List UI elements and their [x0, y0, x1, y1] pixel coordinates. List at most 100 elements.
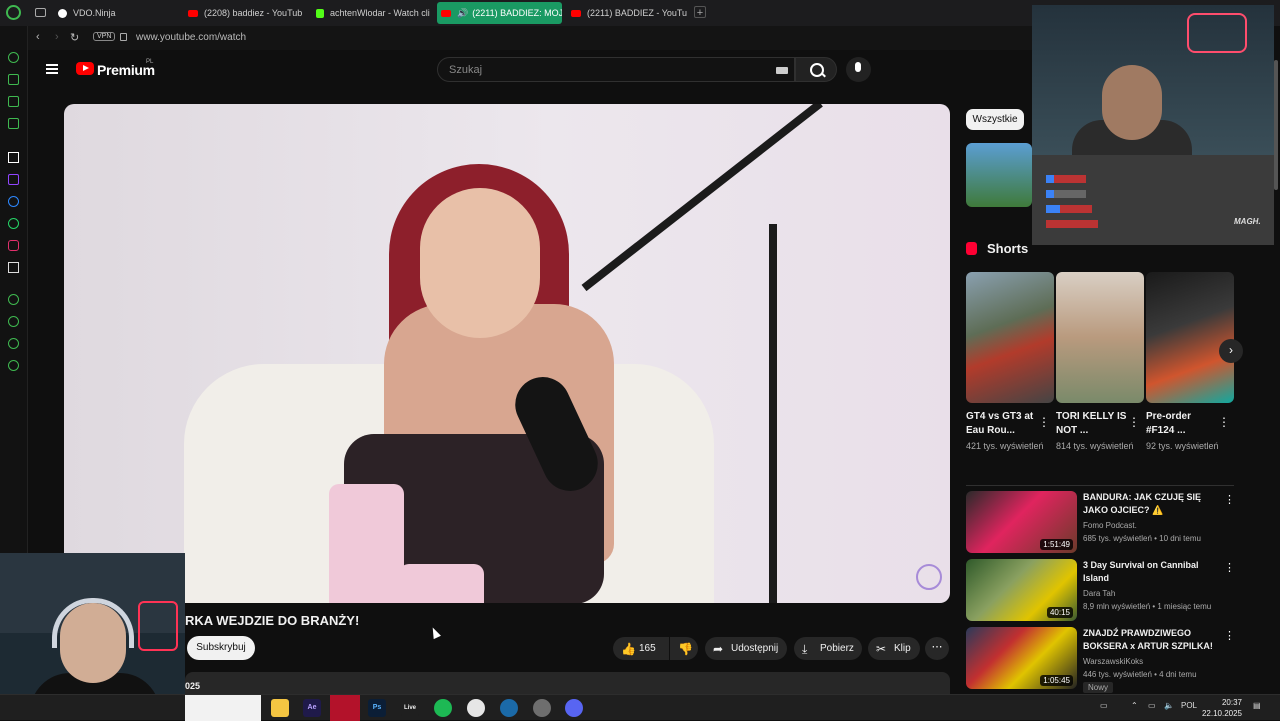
- instagram-icon[interactable]: [8, 240, 19, 251]
- recommendation-channel[interactable]: Dara Tah: [1083, 589, 1115, 598]
- short-title[interactable]: TORI KELLY IS NOT ...: [1056, 410, 1128, 438]
- menu-hamburger-icon[interactable]: [46, 64, 58, 74]
- extensions-icon[interactable]: [8, 96, 19, 107]
- history-icon[interactable]: [8, 316, 19, 327]
- vdo-ninja-favicon-icon: [58, 8, 67, 18]
- short-title[interactable]: GT4 vs GT3 at Eau Rou...: [966, 410, 1038, 438]
- short-thumbnail[interactable]: [1146, 272, 1234, 403]
- new-tab-button[interactable]: +: [694, 6, 706, 19]
- share-button[interactable]: ➦ Udostępnij: [705, 637, 787, 660]
- tab-baddiez-youtube[interactable]: (2208) baddiez - YouTube: [184, 2, 302, 24]
- ableton-live-icon[interactable]: Live: [401, 699, 419, 717]
- search-button[interactable]: [795, 57, 837, 82]
- tab-baddiez-youtube-2[interactable]: (2211) BADDIEZ - YouTube: [567, 2, 687, 24]
- tab-kick-clips[interactable]: achtenWlodar - Watch clips: [312, 2, 430, 24]
- m-app-icon[interactable]: [8, 118, 19, 129]
- messenger-icon[interactable]: [8, 196, 19, 207]
- opera-logo-icon[interactable]: [6, 5, 21, 20]
- webcam-overlay-top: MAGH.: [1032, 5, 1274, 245]
- recommendation-more-icon[interactable]: ⋮: [1224, 493, 1235, 506]
- after-effects-icon[interactable]: Ae: [303, 699, 321, 717]
- vpn-badge[interactable]: VPN: [93, 32, 116, 41]
- discord-icon[interactable]: [565, 699, 583, 717]
- tray-device-icon[interactable]: ▭: [1100, 701, 1108, 710]
- short-more-icon[interactable]: ⋮: [1038, 415, 1050, 429]
- extensions-cube-icon[interactable]: [8, 338, 19, 349]
- short-thumbnail[interactable]: [1056, 272, 1144, 403]
- channel-watermark-icon[interactable]: [916, 564, 942, 590]
- clip-button[interactable]: ✂ Klip: [868, 637, 920, 660]
- tray-volume-icon[interactable]: 🔈: [1164, 701, 1174, 710]
- recommendation-meta: 8,9 mln wyświetleń • 1 miesiąc temu: [1083, 602, 1212, 611]
- page-scrollbar[interactable]: [1274, 60, 1278, 190]
- like-button[interactable]: 👍 165: [613, 637, 669, 660]
- tiktok-icon[interactable]: [8, 152, 19, 163]
- download-button[interactable]: ⤓ Pobierz: [794, 637, 862, 660]
- short-title[interactable]: Pre-order #F124 ...: [1146, 410, 1218, 438]
- twitch-icon[interactable]: [8, 174, 19, 185]
- recommendation-thumbnail[interactable]: 1:51:49: [966, 491, 1077, 553]
- recommendation-item[interactable]: 40:15 3 Day Survival on Cannibal Island …: [966, 559, 1235, 621]
- ccleaner-icon[interactable]: [467, 699, 485, 717]
- short-item[interactable]: Pre-order #F124 ... 92 tys. wyświetleń ⋮: [1146, 272, 1234, 452]
- player-icon[interactable]: [8, 294, 19, 305]
- filter-chip-all[interactable]: Wszystkie: [966, 109, 1024, 130]
- recommendation-title[interactable]: ZNAJDŹ PRAWDZIWEGO BOKSERA x ARTUR SZPIL…: [1083, 627, 1218, 653]
- recommendation-title[interactable]: BANDURA: JAK CZUJĘ SIĘ JAKO OJCIEC? ⚠️: [1083, 491, 1218, 517]
- tray-chevron-up-icon[interactable]: ⌃: [1131, 701, 1138, 710]
- recommendation-title[interactable]: 3 Day Survival on Cannibal Island: [1083, 559, 1218, 585]
- reload-speed-dial-icon[interactable]: [8, 52, 19, 63]
- recommendation-item[interactable]: 1:05:45 ZNAJDŹ PRAWDZIWEGO BOKSERA x ART…: [966, 627, 1235, 689]
- recommendation-more-icon[interactable]: ⋮: [1224, 629, 1235, 642]
- neon-sign-shape: [138, 601, 178, 651]
- taskbar-search-box[interactable]: [185, 695, 261, 721]
- red-app-icon[interactable]: [330, 695, 360, 721]
- short-thumbnail[interactable]: [966, 272, 1054, 403]
- short-more-icon[interactable]: ⋮: [1218, 415, 1230, 429]
- lock-icon[interactable]: [120, 33, 127, 41]
- whatsapp-icon[interactable]: [8, 218, 19, 229]
- spotify-icon[interactable]: [434, 699, 452, 717]
- tab-baddiez-moj-active[interactable]: 🔊 (2211) BADDIEZ: MOJ: [437, 2, 562, 24]
- forward-arrow-icon[interactable]: ›: [55, 31, 59, 43]
- system-clock[interactable]: 20:37 22.10.2025: [1200, 697, 1242, 719]
- photoshop-icon[interactable]: Ps: [368, 699, 386, 717]
- recommendation-more-icon[interactable]: ⋮: [1224, 561, 1235, 574]
- more-actions-button[interactable]: ⋯: [925, 637, 949, 660]
- recommendation-thumbnail[interactable]: [966, 143, 1032, 207]
- description-box[interactable]: 025: [185, 672, 950, 694]
- keyboard-icon[interactable]: [776, 67, 788, 74]
- recommendation-channel[interactable]: WarszawskiKoks: [1083, 657, 1143, 666]
- search-input[interactable]: Szukaj: [437, 57, 795, 82]
- subscribe-button[interactable]: Subskrybuj: [187, 636, 255, 660]
- dislike-button[interactable]: 👎: [670, 637, 698, 660]
- input-language[interactable]: POL: [1181, 701, 1197, 710]
- recommendation-thumbnail[interactable]: 1:05:45: [966, 627, 1077, 689]
- aria-icon[interactable]: [8, 74, 19, 85]
- steam-icon[interactable]: [500, 699, 518, 717]
- short-more-icon[interactable]: ⋮: [1128, 415, 1140, 429]
- tray-network-icon[interactable]: ▭: [1148, 701, 1156, 710]
- thumbs-up-icon: 👍: [621, 641, 636, 656]
- shorts-next-arrow-icon[interactable]: ›: [1219, 339, 1243, 363]
- recommendation-thumbnail[interactable]: 40:15: [966, 559, 1077, 621]
- video-player[interactable]: [64, 104, 950, 603]
- notifications-icon[interactable]: ▤: [1253, 701, 1261, 710]
- recommendation-channel[interactable]: Fomo Podcast.: [1083, 521, 1137, 530]
- url-field[interactable]: www.youtube.com/watch: [136, 32, 246, 43]
- workspaces-icon[interactable]: [35, 8, 46, 17]
- short-item[interactable]: TORI KELLY IS NOT ... 814 tys. wyświetle…: [1056, 272, 1144, 452]
- file-explorer-icon[interactable]: [271, 699, 289, 717]
- clock-date: 22.10.2025: [1201, 709, 1242, 718]
- mouse-cursor-icon: [429, 625, 441, 640]
- voice-search-microphone-icon[interactable]: [846, 57, 871, 82]
- x-twitter-icon[interactable]: [8, 262, 19, 273]
- reload-icon[interactable]: ↻: [70, 31, 79, 44]
- recommendation-item[interactable]: 1:51:49 BANDURA: JAK CZUJĘ SIĘ JAKO OJCI…: [966, 491, 1235, 553]
- obs-icon[interactable]: [533, 699, 551, 717]
- tab-vdo-ninja[interactable]: VDO.Ninja: [54, 2, 178, 24]
- settings-gear-icon[interactable]: [8, 360, 19, 371]
- short-item[interactable]: GT4 vs GT3 at Eau Rou... 421 tys. wyświe…: [966, 272, 1054, 452]
- youtube-logo-icon[interactable]: [76, 62, 94, 75]
- back-arrow-icon[interactable]: ‹: [36, 31, 40, 43]
